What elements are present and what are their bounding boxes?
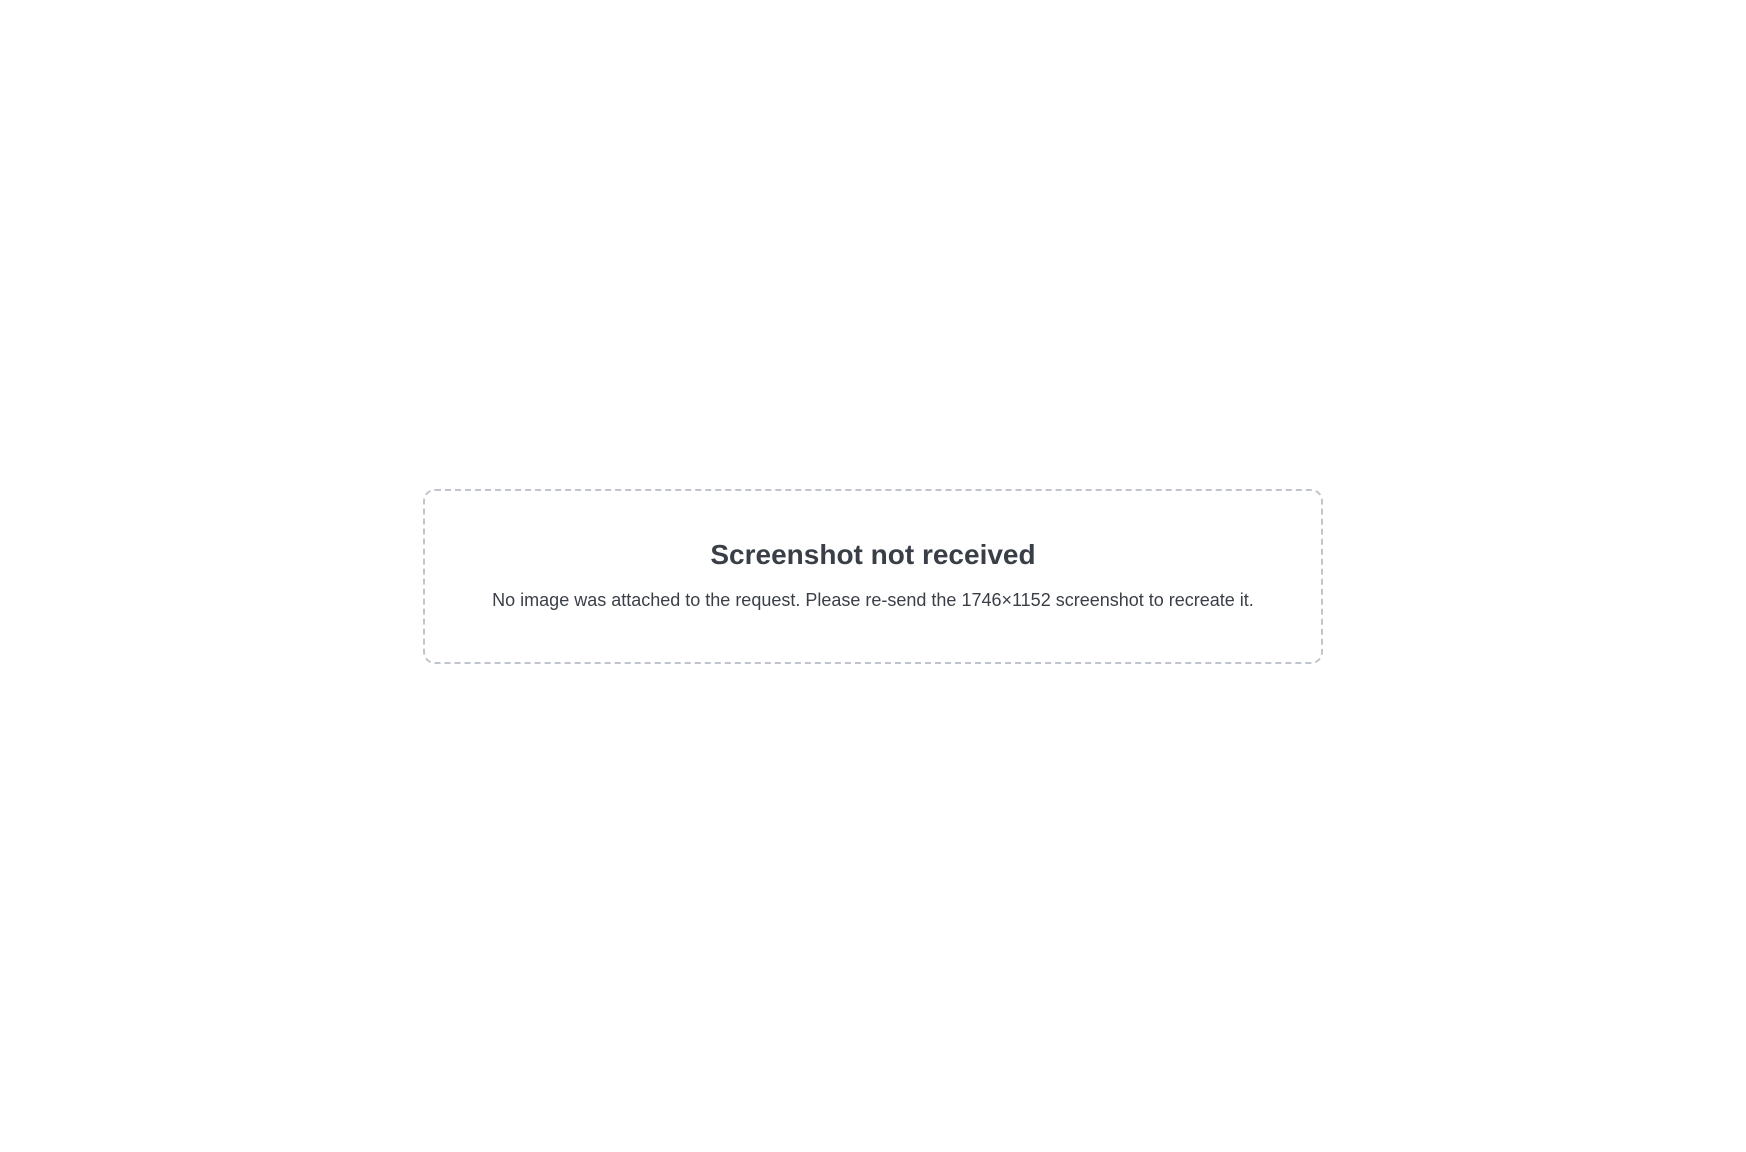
notice-title: Screenshot not received bbox=[710, 538, 1036, 570]
missing-image-notice: Screenshot not received No image was att… bbox=[423, 488, 1323, 664]
notice-message: No image was attached to the request. Pl… bbox=[492, 589, 1254, 610]
